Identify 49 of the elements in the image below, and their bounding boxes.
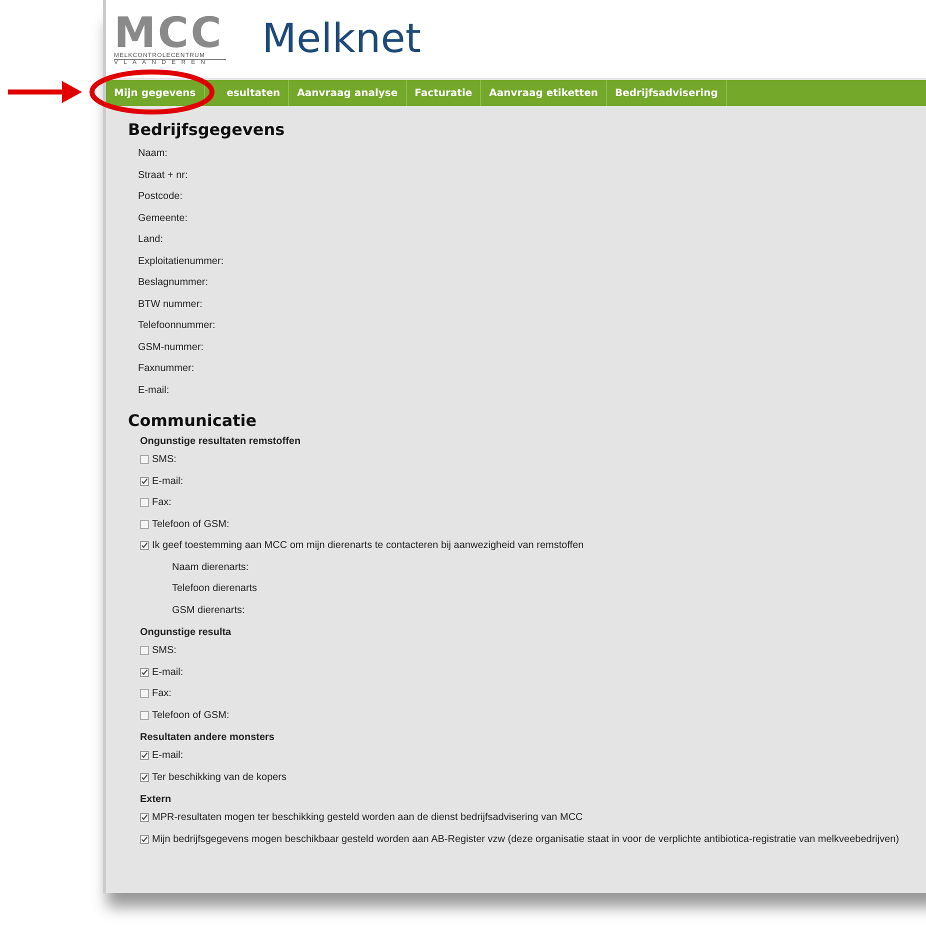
checkbox-label: Ter beschikking van de kopers (152, 772, 287, 783)
checkbox[interactable] (140, 541, 149, 550)
checkbox-label: E-mail: (152, 476, 184, 487)
checkbox-label: SMS: (152, 645, 176, 656)
field-label: Postcode: (137, 190, 184, 204)
group-title: Extern (139, 794, 172, 805)
section-heading: Communicatie (128, 411, 258, 430)
field-label: Exploitatienummer: (137, 254, 225, 269)
group-title: Ongunstige resultaten remstoffen (139, 436, 302, 447)
checkbox[interactable] (140, 646, 149, 656)
field-label: Telefoon dierenarts (171, 582, 258, 596)
checkbox[interactable] (140, 498, 149, 508)
field-label: Land: (137, 233, 164, 248)
checkbox-label: Telefoon of GSM: (152, 710, 230, 721)
checkbox-label: Mijn bedrijfsgegevens mogen beschikbaar gesteld worden aan AB-Register vzw (deze organisatie staat in voor de verplichte antibiotica-registratie van melkveebedrijven) (152, 834, 900, 845)
checkbox[interactable] (140, 689, 149, 698)
field-label: Naam dierenarts: (171, 560, 250, 575)
section-heading: Bedrijfsgegevens (128, 120, 286, 139)
field-label: Gemeente: (137, 212, 188, 226)
field-label: Naam: (137, 147, 168, 162)
field-label: BTW nummer: (137, 298, 204, 312)
group-title: Ongunstige resulta (139, 627, 232, 638)
field-label: Beslagnummer: (137, 276, 210, 290)
field-label: Faxnummer: (137, 362, 196, 376)
checkbox[interactable] (140, 476, 149, 486)
checkbox[interactable] (140, 668, 149, 677)
checkbox[interactable] (140, 834, 149, 844)
checkbox-label: E-mail: (152, 666, 184, 678)
field-label: GSM-nummer: (137, 340, 205, 355)
checkbox[interactable] (140, 751, 149, 760)
checkbox-label: Fax: (152, 497, 172, 508)
checkbox-label: E-mail: (152, 750, 184, 762)
checkbox[interactable] (140, 710, 149, 720)
field-label: Straat + nr: (137, 168, 189, 183)
checkbox-label: Fax: (152, 688, 172, 700)
checkbox[interactable] (140, 455, 149, 464)
group-title: Resultaten andere monsters (139, 732, 276, 743)
checkbox[interactable] (140, 813, 149, 822)
field-label: GSM dierenarts: (171, 604, 246, 618)
checkbox[interactable] (140, 520, 149, 529)
field-label: Telefoonnummer: (137, 319, 216, 334)
checkbox[interactable] (140, 772, 149, 782)
checkbox-label: Ik geef toestemming aan MCC om mijn dierenarts te contacteren bij aanwezigheid van remstoffen (152, 540, 584, 552)
checkbox-label: SMS: (152, 454, 176, 466)
field-label: E-mail: (137, 384, 170, 398)
checkbox-label: MPR-resultaten mogen ter beschikking gesteld worden aan de dienst bedrijfsadvisering van MCC (152, 812, 583, 824)
checkbox-label: Telefoon of GSM: (152, 518, 230, 530)
logo-mark: MCC (114, 12, 224, 52)
site-title: Melknet (262, 16, 422, 62)
